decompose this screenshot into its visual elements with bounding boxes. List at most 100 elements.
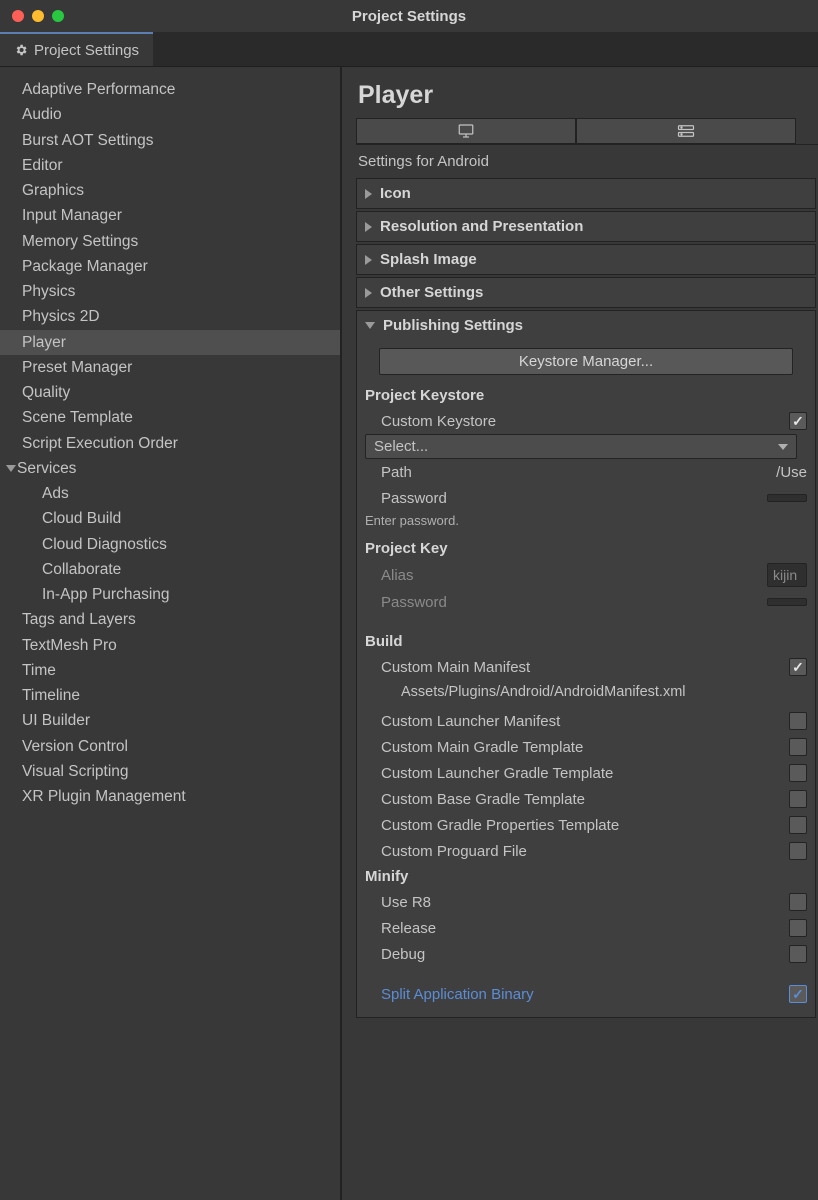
enter-password-info: Enter password.	[361, 511, 811, 536]
sidebar-item-xr-plugin[interactable]: XR Plugin Management	[0, 784, 340, 809]
section-header-resolution[interactable]: Resolution and Presentation	[357, 212, 815, 241]
sidebar-item-timeline[interactable]: Timeline	[0, 683, 340, 708]
debug-checkbox[interactable]	[789, 945, 807, 963]
custom-main-manifest-label: Custom Main Manifest	[381, 659, 789, 676]
key-password-input[interactable]	[767, 598, 807, 606]
group-minify: Minify	[361, 864, 811, 889]
sidebar-item-quality[interactable]: Quality	[0, 380, 340, 405]
custom-keystore-label: Custom Keystore	[381, 413, 789, 430]
group-build: Build	[361, 629, 811, 654]
use-r8-checkbox[interactable]	[789, 893, 807, 911]
chevron-down-icon	[365, 322, 375, 329]
section-label: Publishing Settings	[383, 317, 523, 334]
sidebar-item-package-manager[interactable]: Package Manager	[0, 254, 340, 279]
keystore-password-input[interactable]	[767, 494, 807, 502]
sidebar-group-services[interactable]: Services	[0, 456, 340, 481]
release-checkbox[interactable]	[789, 919, 807, 937]
sidebar-item-physics[interactable]: Physics	[0, 279, 340, 304]
sidebar-item-audio[interactable]: Audio	[0, 102, 340, 127]
chevron-down-icon	[6, 465, 16, 472]
custom-keystore-checkbox[interactable]	[789, 412, 807, 430]
sidebar-item-ads[interactable]: Ads	[0, 481, 340, 506]
section-publishing: Publishing Settings Keystore Manager... …	[356, 310, 816, 1018]
alias-input[interactable]: kijin	[767, 563, 807, 587]
sidebar-item-cloud-build[interactable]: Cloud Build	[0, 506, 340, 531]
section-header-splash[interactable]: Splash Image	[357, 245, 815, 274]
close-window-button[interactable]	[12, 10, 24, 22]
keystore-manager-button[interactable]: Keystore Manager...	[379, 348, 793, 375]
custom-launcher-manifest-label: Custom Launcher Manifest	[381, 713, 789, 730]
tab-bar: Project Settings	[0, 32, 818, 67]
chevron-down-icon	[778, 444, 788, 450]
sidebar-item-input-manager[interactable]: Input Manager	[0, 203, 340, 228]
sidebar-item-time[interactable]: Time	[0, 658, 340, 683]
sidebar: Adaptive Performance Audio Burst AOT Set…	[0, 67, 342, 1200]
sidebar-item-player[interactable]: Player	[0, 330, 340, 355]
sidebar-item-script-execution-order[interactable]: Script Execution Order	[0, 431, 340, 456]
custom-base-gradle-label: Custom Base Gradle Template	[381, 791, 789, 808]
platform-tab-dedicated[interactable]	[576, 118, 796, 144]
platform-tab-standalone[interactable]	[356, 118, 576, 144]
window-title: Project Settings	[352, 8, 466, 25]
section-header-other[interactable]: Other Settings	[357, 278, 815, 307]
sidebar-item-cloud-diagnostics[interactable]: Cloud Diagnostics	[0, 532, 340, 557]
debug-label: Debug	[381, 946, 789, 963]
sidebar-item-iap[interactable]: In-App Purchasing	[0, 582, 340, 607]
sidebar-item-editor[interactable]: Editor	[0, 153, 340, 178]
custom-main-manifest-path: Assets/Plugins/Android/AndroidManifest.x…	[361, 680, 811, 708]
keystore-password-label: Password	[381, 490, 767, 507]
keystore-path-label: Path	[381, 464, 776, 481]
custom-launcher-gradle-checkbox[interactable]	[789, 764, 807, 782]
titlebar: Project Settings	[0, 0, 818, 32]
custom-launcher-manifest-checkbox[interactable]	[789, 712, 807, 730]
sidebar-item-preset-manager[interactable]: Preset Manager	[0, 355, 340, 380]
sidebar-item-memory-settings[interactable]: Memory Settings	[0, 229, 340, 254]
section-label: Splash Image	[380, 251, 477, 268]
custom-main-manifest-checkbox[interactable]	[789, 658, 807, 676]
sidebar-item-physics-2d[interactable]: Physics 2D	[0, 304, 340, 329]
sidebar-item-tags-layers[interactable]: Tags and Layers	[0, 607, 340, 632]
group-project-key: Project Key	[361, 536, 811, 561]
sidebar-item-graphics[interactable]: Graphics	[0, 178, 340, 203]
sidebar-item-collaborate[interactable]: Collaborate	[0, 557, 340, 582]
monitor-icon	[457, 123, 475, 139]
maximize-window-button[interactable]	[52, 10, 64, 22]
split-binary-checkbox[interactable]	[789, 985, 807, 1003]
server-icon	[677, 124, 695, 138]
sidebar-item-visual-scripting[interactable]: Visual Scripting	[0, 759, 340, 784]
custom-gradle-properties-checkbox[interactable]	[789, 816, 807, 834]
tab-label: Project Settings	[34, 42, 139, 59]
section-splash: Splash Image	[356, 244, 816, 275]
release-label: Release	[381, 920, 789, 937]
group-project-keystore: Project Keystore	[361, 383, 811, 408]
keystore-select-dropdown[interactable]: Select...	[365, 434, 797, 459]
custom-base-gradle-checkbox[interactable]	[789, 790, 807, 808]
split-binary-label[interactable]: Split Application Binary	[381, 986, 789, 1003]
sidebar-item-burst-aot[interactable]: Burst AOT Settings	[0, 128, 340, 153]
key-password-label: Password	[381, 594, 767, 611]
minimize-window-button[interactable]	[32, 10, 44, 22]
platform-tabs	[356, 118, 818, 145]
section-label: Resolution and Presentation	[380, 218, 583, 235]
tab-project-settings[interactable]: Project Settings	[0, 32, 153, 66]
sidebar-item-textmesh-pro[interactable]: TextMesh Pro	[0, 633, 340, 658]
keystore-path-value: /Use	[776, 464, 807, 481]
sidebar-item-version-control[interactable]: Version Control	[0, 734, 340, 759]
custom-gradle-properties-label: Custom Gradle Properties Template	[381, 817, 789, 834]
chevron-right-icon	[365, 222, 372, 232]
alias-label: Alias	[381, 567, 767, 584]
section-icon: Icon	[356, 178, 816, 209]
sidebar-item-adaptive-performance[interactable]: Adaptive Performance	[0, 77, 340, 102]
chevron-right-icon	[365, 189, 372, 199]
sidebar-item-scene-template[interactable]: Scene Template	[0, 405, 340, 430]
chevron-right-icon	[365, 255, 372, 265]
custom-proguard-checkbox[interactable]	[789, 842, 807, 860]
gear-icon	[14, 43, 28, 57]
section-header-publishing[interactable]: Publishing Settings	[357, 311, 815, 340]
sidebar-item-ui-builder[interactable]: UI Builder	[0, 708, 340, 733]
section-header-icon[interactable]: Icon	[357, 179, 815, 208]
use-r8-label: Use R8	[381, 894, 789, 911]
custom-launcher-gradle-label: Custom Launcher Gradle Template	[381, 765, 789, 782]
chevron-right-icon	[365, 288, 372, 298]
custom-main-gradle-checkbox[interactable]	[789, 738, 807, 756]
